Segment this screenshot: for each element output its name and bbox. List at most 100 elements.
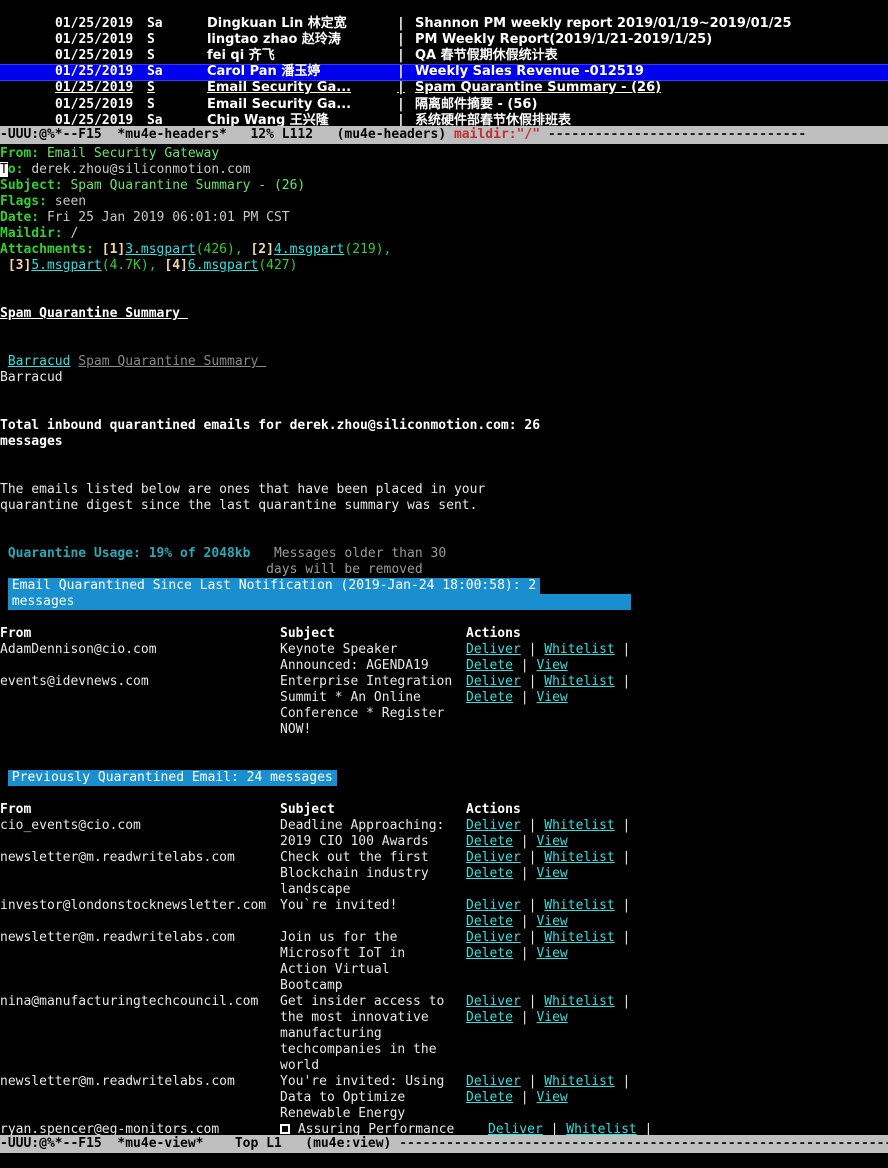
action-view[interactable]: View <box>536 1090 567 1105</box>
action-deliver[interactable]: Deliver <box>466 994 521 1009</box>
attachment-link[interactable]: 5.msgpart <box>31 258 101 273</box>
quarantine-subject-cont: manufacturing <box>280 1026 382 1041</box>
quarantine-subject-cont: world <box>280 1058 320 1073</box>
action-deliver[interactable]: Deliver <box>466 898 521 913</box>
action-delete[interactable]: Delete <box>466 834 513 849</box>
attachment-size: (426), <box>195 242 243 257</box>
action-delete[interactable]: Delete <box>466 946 513 961</box>
action-view[interactable]: View <box>536 914 567 929</box>
modeline-maildir-query: maildir:"/" <box>453 127 541 142</box>
table2-column-headers: From Subject Actions <box>0 802 888 818</box>
action-view[interactable]: View <box>536 866 567 881</box>
header-subject: QA 春节假期休假统计表 <box>414 48 558 63</box>
attachment-link[interactable]: 3.msgpart <box>125 242 195 257</box>
table2-row-cont[interactable]: Delete | View <box>0 914 888 930</box>
action-whitelist[interactable]: Whitelist <box>544 850 614 865</box>
table1-row[interactable]: AdamDennison@cio.com Keynote Speaker Deliv… <box>0 642 888 658</box>
attachment-link[interactable]: 6.msgpart <box>188 258 258 273</box>
table2-row-cont[interactable]: the most innovative Delete | View <box>0 1010 888 1026</box>
action-deliver[interactable]: Deliver <box>466 818 521 833</box>
table2-row-cont[interactable]: Microsoft IoT in Delete | View <box>0 946 888 962</box>
action-view[interactable]: View <box>536 658 567 673</box>
action-deliver[interactable]: Deliver <box>466 674 521 689</box>
quarantine-subject-cont: Data to Optimize <box>280 1090 406 1105</box>
action-delete[interactable]: Delete <box>466 658 513 673</box>
field-date-label: Date: <box>0 210 40 225</box>
quarantine-subject-cont: NOW! <box>280 722 312 737</box>
field-from: From: Email Security Gateway <box>0 146 888 162</box>
action-whitelist[interactable]: Whitelist <box>544 642 614 657</box>
action-view[interactable]: View <box>536 1010 567 1025</box>
action-deliver[interactable]: Deliver <box>488 1122 543 1135</box>
action-delete[interactable]: Delete <box>466 866 513 881</box>
action-delete[interactable]: Delete <box>466 1090 513 1105</box>
table2-row[interactable]: nina@manufacturingtechcouncil.com Get ins… <box>0 994 888 1010</box>
emacs-frame: 01/25/2019 Sa Dingkuan Lin 林定宽 | Shannon PM … <box>0 0 888 1168</box>
breadcrumb-link-barracuda[interactable]: Barracud <box>8 354 71 369</box>
breadcrumb[interactable]: Barracud Spam Quarantine Summary <box>0 354 888 370</box>
table1-row[interactable]: events@idevnews.com Enterprise Integratio… <box>0 674 888 690</box>
total-quarantined-line1: Total inbound quarantined emails for der… <box>0 418 888 434</box>
action-delete[interactable]: Delete <box>466 914 513 929</box>
action-whitelist[interactable]: Whitelist <box>566 1122 636 1135</box>
header-subject: Shannon PM weekly report 2019/01/19~2019… <box>414 16 792 31</box>
table2-row-cont: techcompanies in the <box>0 1042 888 1058</box>
action-whitelist[interactable]: Whitelist <box>544 930 614 945</box>
table1-row-cont[interactable]: Announced: AGENDA19 Delete | View <box>0 658 888 674</box>
mu4e-headers-buffer[interactable]: 01/25/2019 Sa Dingkuan Lin 林定宽 | Shannon PM … <box>0 0 888 144</box>
action-delete[interactable]: Delete <box>466 690 513 705</box>
mu4e-view-buffer[interactable]: From: Email Security Gateway To: derek.z… <box>0 146 888 1135</box>
retention-note: Messages older than 30 <box>273 546 447 561</box>
action-whitelist[interactable]: Whitelist <box>544 898 614 913</box>
table2-row[interactable]: newsletter@m.readwritelabs.com Join us fo… <box>0 930 888 946</box>
modeline-view[interactable]: -UUU:@%*--F15 *mu4e-view* Top L1 (mu4e:v… <box>0 1135 888 1153</box>
table2-row[interactable]: cio_events@cio.com Deadline Approaching: D… <box>0 818 888 834</box>
attachment-index: [2] <box>250 242 274 257</box>
header-date: 01/25/2019 <box>54 97 134 112</box>
header-date: 01/25/2019 <box>54 16 134 31</box>
header-subject: Weekly Sales Revenue -012519 <box>414 64 644 79</box>
quarantine-subject: Deadline Approaching: <box>280 818 445 833</box>
action-whitelist[interactable]: Whitelist <box>544 1074 614 1089</box>
quarantine-sender: AdamDennison@cio.com <box>0 642 157 657</box>
table2-row-cont[interactable]: Data to Optimize Delete | View <box>0 1090 888 1106</box>
table2-row-cont[interactable]: Blockchain industry Delete | View <box>0 866 888 882</box>
field-attachments-line1[interactable]: Attachments: [1]3.msgpart(426), [2]4.msg… <box>0 242 888 258</box>
retention-line2: days will be removed <box>0 562 888 578</box>
header-row[interactable]: 01/25/2019 Sa Dingkuan Lin 林定宽 | Shannon PM … <box>0 0 888 31</box>
quarantine-subject-cont: Summit * An Online <box>280 690 421 705</box>
table1-row-cont[interactable]: Summit * An Online Delete | View <box>0 690 888 706</box>
column-header-subject: Subject <box>280 626 335 641</box>
action-deliver[interactable]: Deliver <box>466 1074 521 1089</box>
banner-section1-line1: Email Quarantined Since Last Notificatio… <box>0 578 888 594</box>
header-date: 01/25/2019 <box>54 48 134 63</box>
header-flags: Sa <box>146 64 163 79</box>
action-delete[interactable]: Delete <box>466 1010 513 1025</box>
action-view[interactable]: View <box>536 834 567 849</box>
modeline-position: 12% L112 <box>250 127 314 142</box>
table2-row[interactable]: newsletter@m.readwritelabs.com Check out … <box>0 850 888 866</box>
attachment-link[interactable]: 4.msgpart <box>274 242 344 257</box>
intro-line1: The emails listed below are ones that ha… <box>0 482 888 498</box>
action-whitelist[interactable]: Whitelist <box>544 818 614 833</box>
breadcrumb-current[interactable]: Spam Quarantine Summary <box>78 354 266 369</box>
table2-row[interactable]: ryan.spencer@eg-monitors.com Assuring Pe… <box>0 1122 888 1135</box>
header-separator: | <box>396 97 405 112</box>
field-attachments-line2[interactable]: [3]5.msgpart(4.7K), [4]6.msgpart(427) <box>0 258 888 274</box>
brand-text-line: Barracud <box>0 370 888 386</box>
table2-row[interactable]: newsletter@m.readwritelabs.com You're inv… <box>0 1074 888 1090</box>
action-whitelist[interactable]: Whitelist <box>544 994 614 1009</box>
table2-row-cont[interactable]: 2019 CIO 100 Awards Delete | View <box>0 834 888 850</box>
action-deliver[interactable]: Deliver <box>466 930 521 945</box>
banner-since-last-notification: Email Quarantined Since Last Notificatio… <box>7 578 541 594</box>
table2-row[interactable]: investor@londonstocknewsletter.com You`re… <box>0 898 888 914</box>
action-view[interactable]: View <box>536 946 567 961</box>
table2-row-cont: manufacturing <box>0 1026 888 1042</box>
action-view[interactable]: View <box>536 690 567 705</box>
modeline-headers[interactable]: -UUU:@%*--F15 *mu4e-headers* 12% L112 (m… <box>0 126 888 144</box>
action-deliver[interactable]: Deliver <box>466 850 521 865</box>
action-deliver[interactable]: Deliver <box>466 642 521 657</box>
action-whitelist[interactable]: Whitelist <box>544 674 614 689</box>
header-from: Carol Pan 潘玉婷 <box>206 64 321 79</box>
